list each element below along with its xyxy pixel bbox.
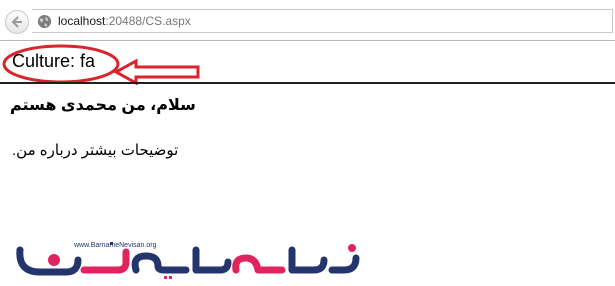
globe-icon bbox=[37, 14, 52, 29]
url-host: localhost bbox=[58, 14, 106, 28]
greeting-text: سلام، من محمدی هستم bbox=[10, 97, 196, 114]
browser-chrome-divider bbox=[0, 40, 615, 41]
browser-address-bar: localhost:20488/CS.aspx bbox=[0, 0, 615, 40]
url-path: :20488/CS.aspx bbox=[105, 14, 191, 28]
barnamenevisan-logo: www.BarnameNevisan.org bbox=[16, 242, 360, 279]
logo-tagline: www.BarnameNevisan.org bbox=[73, 242, 157, 249]
url-text: localhost:20488/CS.aspx bbox=[58, 14, 191, 28]
horizontal-rule bbox=[0, 82, 615, 84]
description-text: توضیحات بیشتر درباره من. bbox=[12, 142, 179, 159]
annotation-ellipse bbox=[2, 44, 120, 84]
back-button[interactable] bbox=[5, 10, 29, 34]
back-arrow-icon bbox=[11, 16, 22, 28]
url-field[interactable]: localhost:20488/CS.aspx bbox=[32, 9, 613, 33]
